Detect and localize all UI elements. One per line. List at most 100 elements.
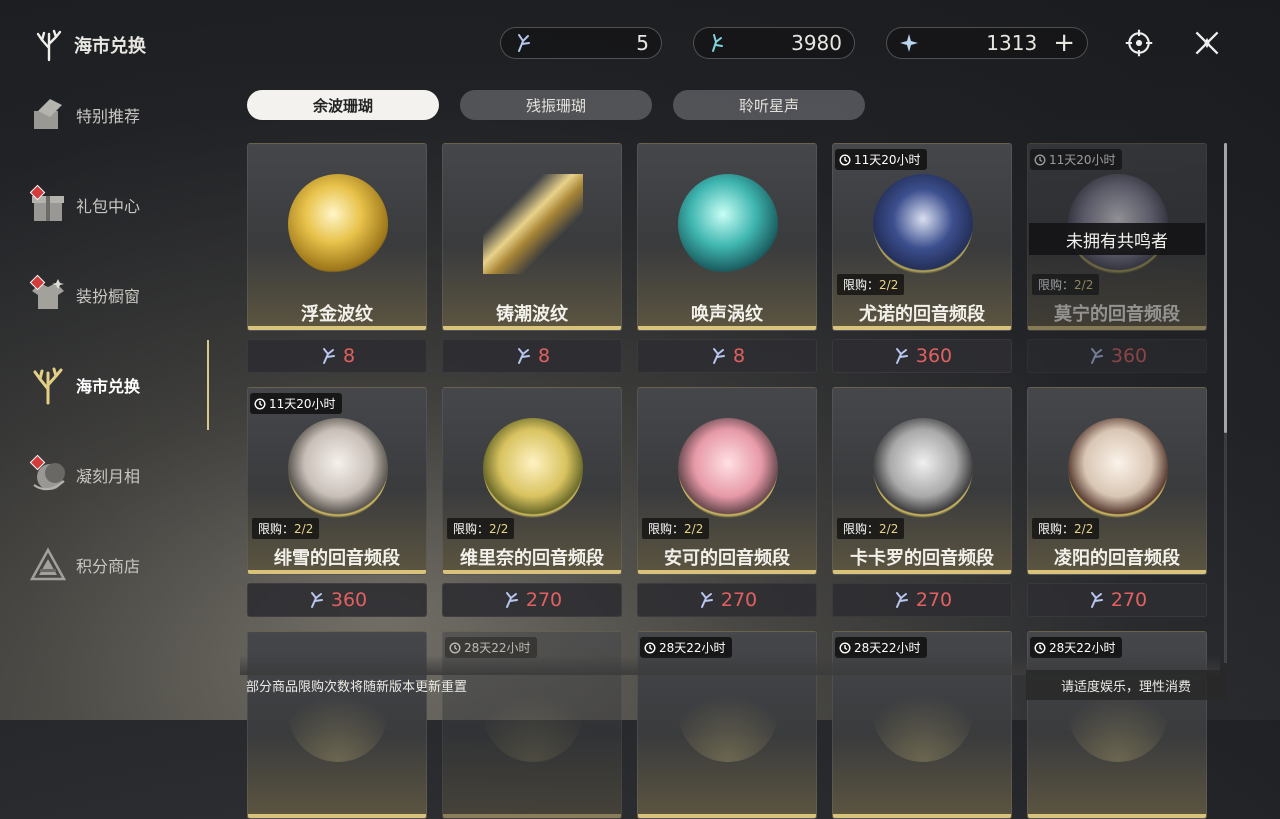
coral-shard-icon [700,592,713,608]
target-settings-icon [1125,29,1153,57]
sidebar-item-label: 海市兑换 [76,377,141,396]
clock-icon [839,153,851,166]
scrollbar-thumb[interactable] [1224,143,1227,433]
product-card[interactable]: 浮金波纹 8 [247,143,427,373]
coral-exchange-icon [28,365,68,405]
time-remaining-text: 28天22小时 [854,641,921,655]
price-value: 270 [720,589,758,611]
close-icon [1195,31,1219,55]
time-remaining-text: 11天20小时 [854,153,921,167]
product-card[interactable]: 限购：2/2 凌阳的回音频段 270 [1027,387,1207,617]
price-value: 270 [1110,589,1148,611]
footer-note: 部分商品限购次数将随新版本更新重置 [246,680,468,695]
product-name: 莫宁的回音频段 [1054,304,1180,325]
purchase-limit-label: 限购： [843,278,880,292]
time-remaining-text: 28天22小时 [1049,641,1116,655]
price-button[interactable]: 270 [637,583,817,617]
price-button[interactable]: 8 [637,339,817,373]
close-button[interactable] [1190,26,1224,60]
price-button[interactable]: 270 [1027,583,1207,617]
clock-icon [449,641,461,654]
coral-exchange-icon [36,29,62,62]
price-button[interactable]: 360 [1027,339,1207,373]
tab-star-voice[interactable]: 聆听星声 [673,90,865,120]
sidebar-item-label: 装扮橱窗 [76,287,141,306]
product-card-body[interactable]: 铸潮波纹 [442,143,622,331]
price-button[interactable]: 360 [247,583,427,617]
purchase-limit-badge: 限购：2/2 [642,518,710,539]
clock-icon [1034,153,1046,166]
time-remaining-text: 28天22小时 [464,641,531,655]
unowned-overlay: 未拥有共鸣者 [1029,223,1205,255]
purchase-limit-label: 限购： [1038,522,1075,536]
product-image [873,174,973,274]
product-name: 凌阳的回音频段 [1054,548,1180,569]
product-card-body[interactable]: 唤声涡纹 [637,143,817,331]
product-card[interactable]: 铸潮波纹 8 [442,143,622,373]
purchase-limit-label: 限购： [648,522,685,536]
price-button[interactable]: 360 [832,339,1012,373]
currency-coral-crystal[interactable]: 3980 [693,27,855,59]
purchase-limit-value: 2/2 [1074,522,1094,536]
sidebar-item-outfit[interactable]: 装扮橱窗 [28,270,208,320]
currency-star-crystal[interactable]: 1313 + [886,27,1088,59]
product-card-body[interactable]: 11天20小时 限购：2/2 尤诺的回音频段 [832,143,1012,331]
currency-value: 3980 [791,31,842,55]
price-button[interactable]: 8 [442,339,622,373]
product-name: 绯雪的回音频段 [274,548,400,569]
product-card-body[interactable]: 浮金波纹 [247,143,427,331]
purchase-limit-badge: 限购：2/2 [447,518,515,539]
product-card-body[interactable]: 11天20小时 限购：2/2 绯雪的回音频段 [247,387,427,575]
price-button[interactable]: 270 [442,583,622,617]
product-card[interactable]: 11天20小时 限购：2/2 绯雪的回音频段 360 [247,387,427,617]
product-card[interactable]: 11天20小时 限购：2/2 莫宁的回音频段 未拥有共鸣者 360 [1027,143,1207,373]
product-card-body[interactable]: 限购：2/2 卡卡罗的回音频段 [832,387,1012,575]
product-card[interactable]: 限购：2/2 卡卡罗的回音频段 270 [832,387,1012,617]
purchase-limit-value: 2/2 [879,278,899,292]
outfit-icon [28,274,68,315]
product-card-body[interactable]: 限购：2/2 安可的回音频段 [637,387,817,575]
add-currency-button[interactable]: + [1053,30,1075,56]
product-name: 铸潮波纹 [496,304,568,325]
product-image [873,662,973,762]
product-card[interactable]: 唤声涡纹 8 [637,143,817,373]
coral-shard-icon [505,592,518,608]
sidebar-item-recommend[interactable]: 特别推荐 [28,90,208,140]
coral-shard-icon [895,592,908,608]
card-accent-line [443,326,621,330]
tab-resonance-coral[interactable]: 残振珊瑚 [460,90,652,120]
card-accent-line [833,326,1011,330]
purchase-limit-badge: 限购：2/2 [252,518,320,539]
target-settings-button[interactable] [1122,26,1156,60]
product-card[interactable]: 11天20小时 限购：2/2 尤诺的回音频段 360 [832,143,1012,373]
product-image [288,174,388,274]
consumption-advice: 请适度娱乐，理性消费 [1026,670,1226,700]
sidebar-item-moon-phase[interactable]: 凝刻月相 [28,450,208,500]
sidebar-item-gift[interactable]: 礼包中心 [28,180,208,230]
sidebar-item-points-shop[interactable]: 积分商店 [28,540,208,590]
product-card-body[interactable]: 限购：2/2 维里奈的回音频段 [442,387,622,575]
sidebar-item-label: 特别推荐 [76,107,141,126]
card-accent-line [638,570,816,574]
sidebar-item-label: 积分商店 [76,557,141,576]
currency-value: 1313 [986,31,1038,55]
product-name: 维里奈的回音频段 [460,548,604,569]
page-title: 海市兑换 [32,28,146,62]
sidebar-item-coral-exchange[interactable]: 海市兑换 [28,360,208,410]
price-button[interactable]: 270 [832,583,1012,617]
product-card[interactable]: 限购：2/2 安可的回音频段 270 [637,387,817,617]
currency-coral-shard[interactable]: 5 [500,27,662,59]
product-image [678,174,778,274]
coral-shard-icon [895,348,908,364]
time-remaining-text: 11天20小时 [1049,153,1116,167]
price-button[interactable]: 8 [247,339,427,373]
time-remaining-badge: 11天20小时 [835,149,927,170]
product-card-body[interactable]: 限购：2/2 凌阳的回音频段 [1027,387,1207,575]
product-image [483,662,583,762]
product-name: 卡卡罗的回音频段 [850,548,994,569]
price-value: 8 [537,345,551,367]
tab-aftershock-coral[interactable]: 余波珊瑚 [247,90,439,120]
product-card[interactable]: 限购：2/2 维里奈的回音频段 270 [442,387,622,617]
card-accent-line [443,814,621,818]
purchase-limit-badge: 限购：2/2 [1032,518,1100,539]
